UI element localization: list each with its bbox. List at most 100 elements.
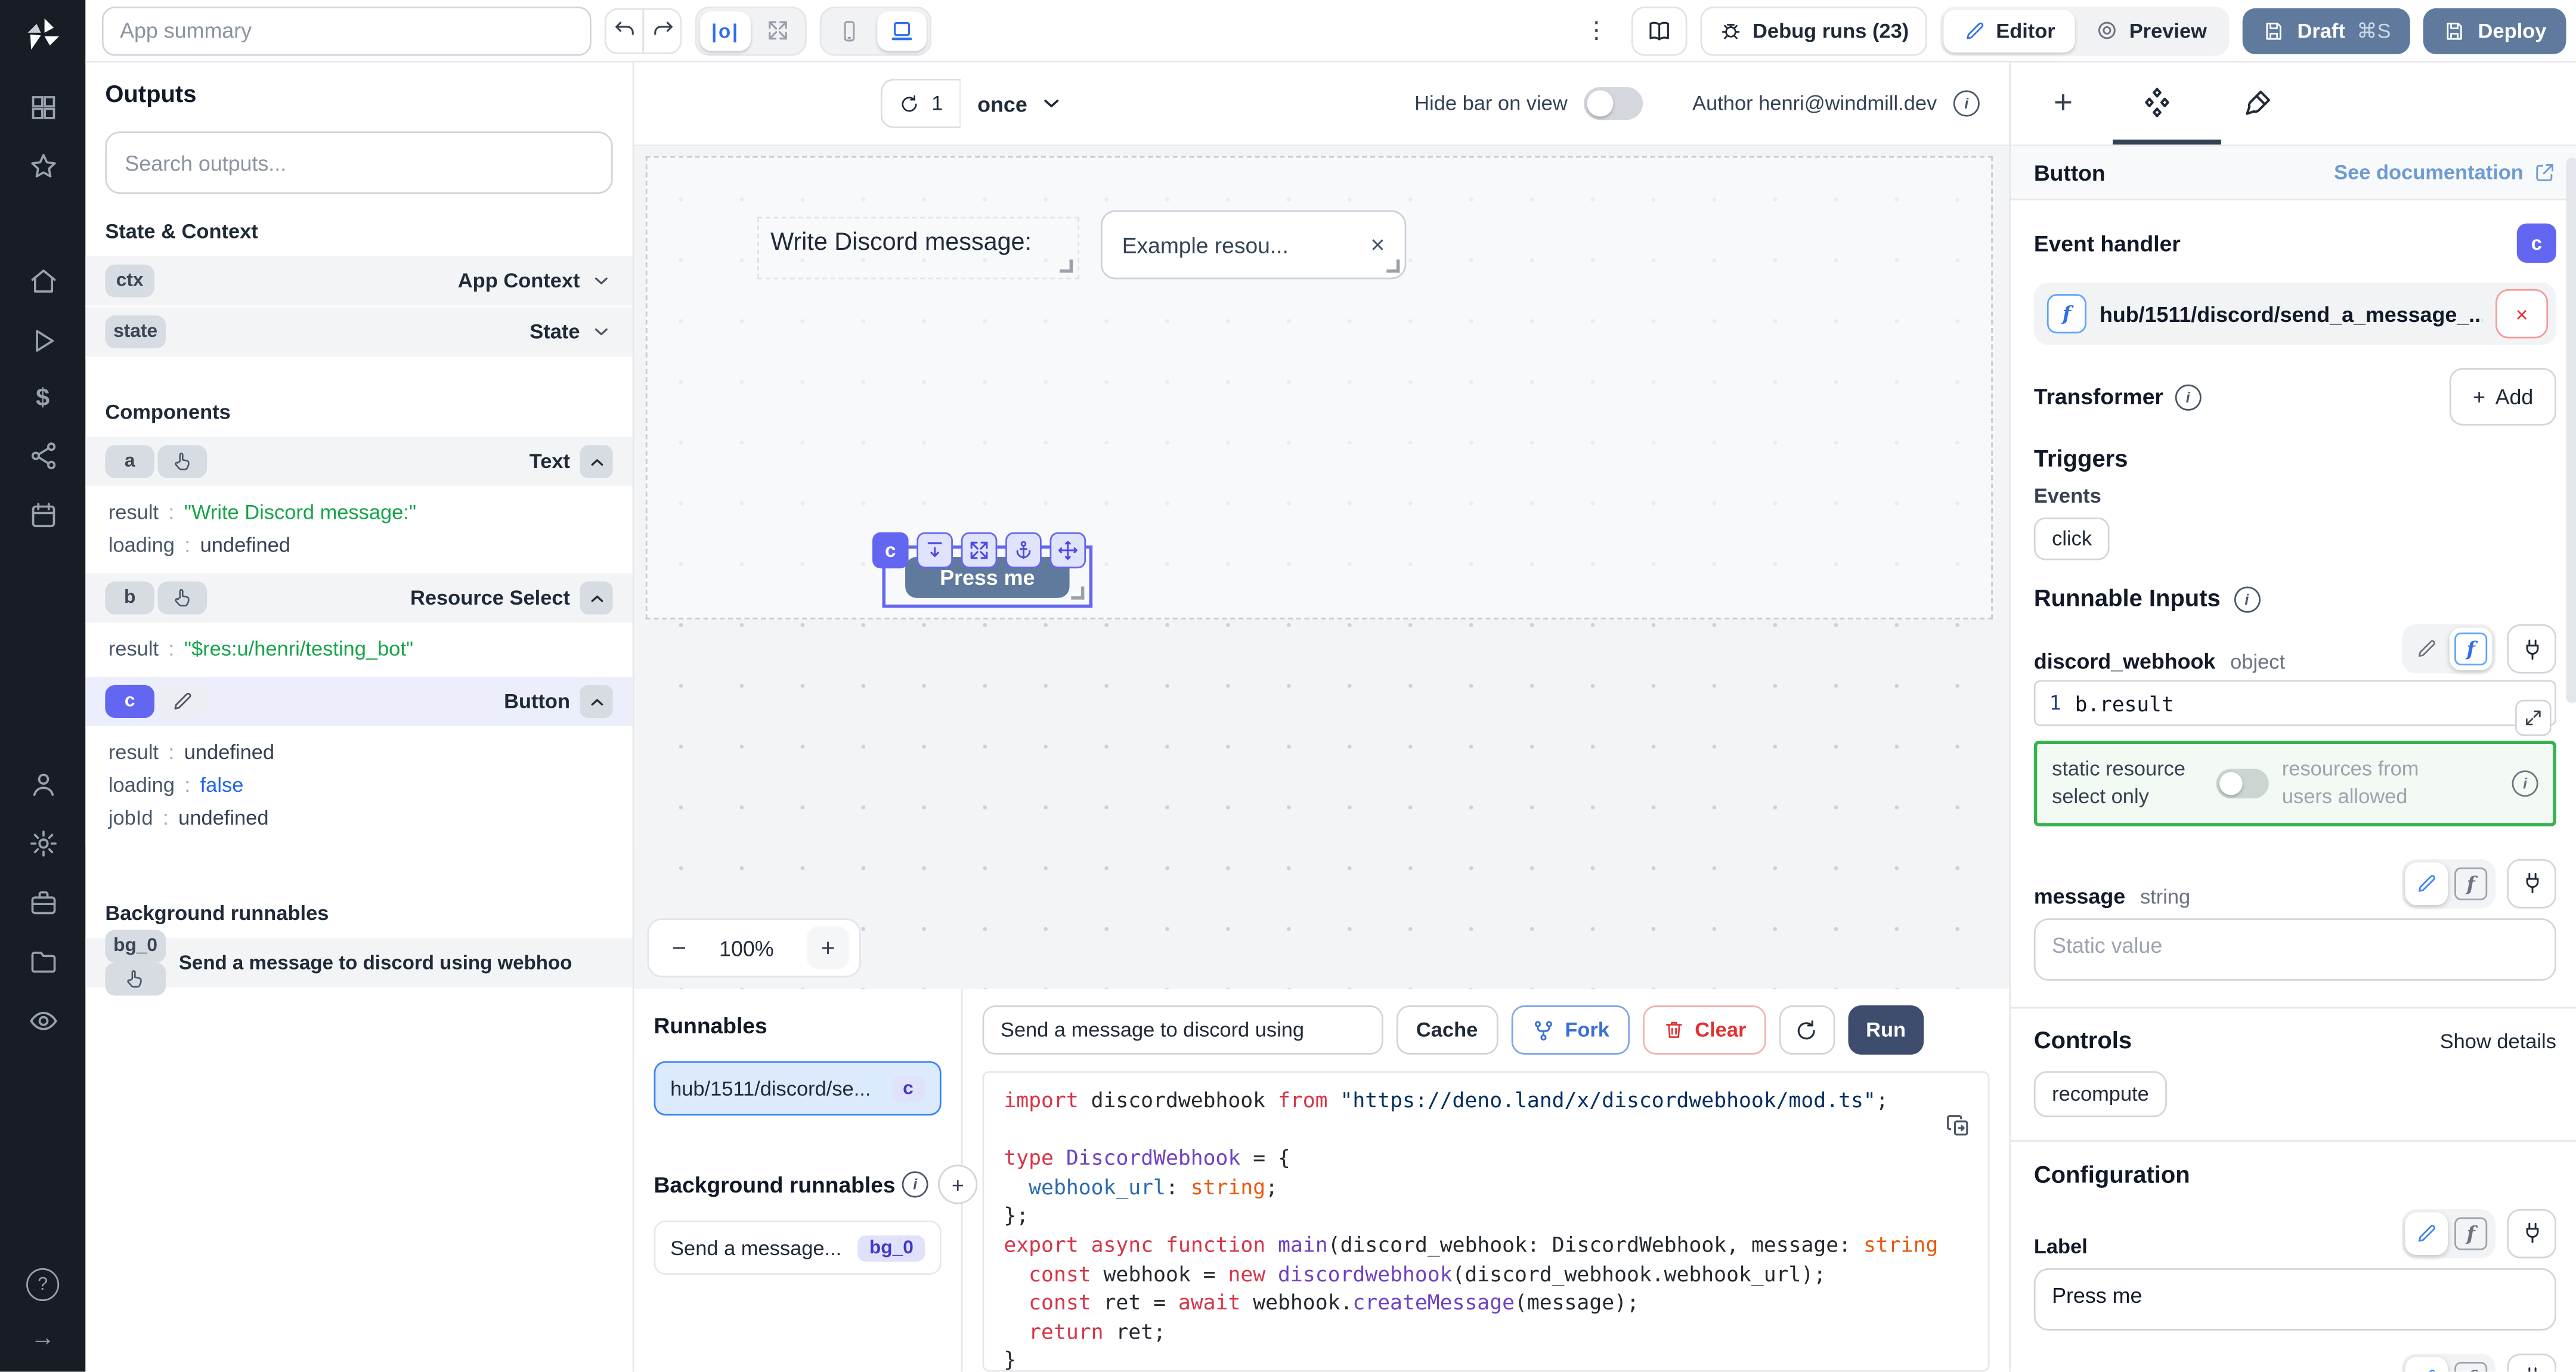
expand-component-icon[interactable] <box>961 532 998 569</box>
chevron-down-icon[interactable] <box>590 320 613 343</box>
inspector-scrollbar[interactable] <box>2566 157 2576 703</box>
clear-selection-icon[interactable]: × <box>1370 231 1385 259</box>
frequency-select[interactable]: once <box>977 91 1065 117</box>
info-icon[interactable]: i <box>1953 91 1980 117</box>
static-mode-pencil-icon[interactable] <box>2405 1212 2448 1255</box>
tab-editor[interactable]: Editor <box>1943 9 2075 52</box>
drag-hand-icon[interactable] <box>157 445 207 478</box>
anchor-icon[interactable] <box>1005 532 1042 569</box>
refresh-code-button[interactable] <box>1779 1005 1835 1055</box>
docs-book-button[interactable] <box>1631 6 1687 55</box>
discord-webhook-expression-editor[interactable]: 1 b.result <box>2034 680 2556 726</box>
add-transformer-button[interactable]: + Add <box>2450 368 2556 425</box>
component-row-b[interactable]: b Resource Select <box>85 574 632 624</box>
collapse-button[interactable] <box>580 445 613 478</box>
deploy-button[interactable]: Deploy <box>2424 7 2566 53</box>
info-icon[interactable]: i <box>902 1171 928 1197</box>
edit-pencil-icon[interactable] <box>157 685 207 718</box>
eval-mode-function-icon[interactable]: f <box>2450 1356 2493 1371</box>
workers-icon[interactable] <box>27 887 58 918</box>
eval-mode-function-icon[interactable]: f <box>2450 1212 2493 1255</box>
copy-code-icon[interactable] <box>1945 1112 1971 1138</box>
mobile-view-button[interactable] <box>825 11 874 50</box>
tab-styling-icon[interactable] <box>2240 87 2273 120</box>
refresh-count-box[interactable]: 1 <box>881 79 961 128</box>
insert-below-icon[interactable] <box>917 532 953 569</box>
cache-button[interactable]: Cache <box>1397 1005 1498 1055</box>
collapse-button[interactable] <box>580 581 613 614</box>
fork-button[interactable]: Fork <box>1510 1005 1629 1055</box>
connect-plug-icon[interactable] <box>2507 1354 2556 1372</box>
collapse-button[interactable] <box>580 685 613 718</box>
drag-hand-icon[interactable] <box>105 962 166 995</box>
info-icon[interactable]: i <box>2234 587 2260 613</box>
info-icon[interactable]: i <box>2512 770 2538 797</box>
runnable-item-selected[interactable]: hub/1511/discord/se... c <box>654 1061 942 1116</box>
expand-editor-icon[interactable] <box>2515 700 2552 736</box>
resources-icon[interactable] <box>27 440 58 471</box>
desktop-view-button[interactable] <box>877 11 927 50</box>
static-mode-pencil-icon[interactable] <box>2405 1356 2448 1371</box>
apps-icon[interactable] <box>27 92 58 123</box>
message-static-value-input[interactable] <box>2034 918 2556 980</box>
component-row-a[interactable]: a Text <box>85 437 632 488</box>
debug-runs-button[interactable]: Debug runs (23) <box>1700 6 1927 55</box>
audit-logs-eye-icon[interactable] <box>27 1005 58 1036</box>
connect-plug-icon[interactable] <box>2507 1209 2556 1258</box>
connect-plug-icon[interactable] <box>2507 859 2556 908</box>
drag-hand-icon[interactable] <box>157 581 207 614</box>
user-icon[interactable] <box>27 769 58 800</box>
runs-icon[interactable] <box>27 326 58 357</box>
chevron-down-icon[interactable] <box>590 270 613 293</box>
key[interactable]: result <box>109 637 159 661</box>
recompute-pill[interactable]: recompute <box>2034 1071 2167 1117</box>
key[interactable]: loading <box>109 774 175 797</box>
static-mode-pencil-icon[interactable] <box>2405 627 2448 670</box>
draft-button[interactable]: Draft ⌘S <box>2243 7 2411 53</box>
output-row-ctx[interactable]: ctx App Context <box>85 256 632 307</box>
component-row-c[interactable]: c Button <box>85 677 632 727</box>
static-resource-toggle[interactable] <box>2216 769 2269 798</box>
center-layout-button[interactable]: |o| <box>700 11 751 50</box>
static-mode-pencil-icon[interactable] <box>2405 862 2448 905</box>
tab-component-settings-icon[interactable] <box>2138 85 2175 122</box>
folders-icon[interactable] <box>27 946 58 977</box>
settings-gear-icon[interactable] <box>27 828 58 859</box>
see-documentation-link[interactable]: See documentation <box>2334 161 2556 184</box>
app-summary-input[interactable] <box>102 6 592 55</box>
code-content[interactable]: import discordwebhook from "https://deno… <box>1004 1088 1987 1372</box>
key[interactable]: loading <box>109 534 175 557</box>
more-menu-icon[interactable]: ⋮ <box>1575 17 1618 45</box>
runnable-name-input[interactable] <box>983 1005 1383 1055</box>
output-row-state[interactable]: state State <box>85 307 632 358</box>
move-icon[interactable] <box>1050 532 1086 569</box>
variables-icon[interactable]: $ <box>36 385 49 413</box>
background-runnable-row[interactable]: bg_0 Send a message to discord using web… <box>85 938 632 987</box>
key[interactable]: jobId <box>109 807 153 830</box>
search-outputs-input[interactable] <box>105 131 612 194</box>
info-icon[interactable]: i <box>2175 383 2201 410</box>
remove-runnable-button[interactable]: × <box>2496 289 2548 339</box>
zoom-out-button[interactable]: − <box>672 934 686 962</box>
tab-add-component-icon[interactable]: + <box>2054 85 2073 122</box>
code-editor[interactable]: import discordwebhook from "https://deno… <box>983 1071 1990 1371</box>
clear-button[interactable]: Clear <box>1642 1005 1766 1055</box>
show-details-link[interactable]: Show details <box>2440 1030 2556 1053</box>
canvas-resource-select-component[interactable]: Example resou... × <box>1101 210 1406 280</box>
runnable-picker[interactable]: f hub/1511/discord/send_a_message_... × <box>2034 283 2556 345</box>
event-click-pill[interactable]: click <box>2034 518 2110 560</box>
eval-mode-function-icon[interactable]: f <box>2450 862 2493 905</box>
component-id-badge[interactable]: c <box>872 532 909 569</box>
background-runnable-item[interactable]: Send a message... bg_0 <box>654 1221 942 1275</box>
home-icon[interactable] <box>27 266 58 297</box>
label-value-input[interactable]: Press me <box>2034 1268 2556 1330</box>
connect-plug-icon[interactable] <box>2507 624 2556 674</box>
app-canvas[interactable]: Write Discord message: Example resou... … <box>634 146 2009 989</box>
key[interactable]: result <box>109 501 159 524</box>
windmill-logo-icon[interactable] <box>21 13 64 56</box>
eval-mode-function-icon[interactable]: f <box>2450 627 2493 670</box>
collapse-sidebar-icon[interactable]: → <box>30 1324 55 1352</box>
undo-button[interactable] <box>606 9 643 52</box>
redo-button[interactable] <box>642 9 680 52</box>
key[interactable]: result <box>109 741 159 764</box>
